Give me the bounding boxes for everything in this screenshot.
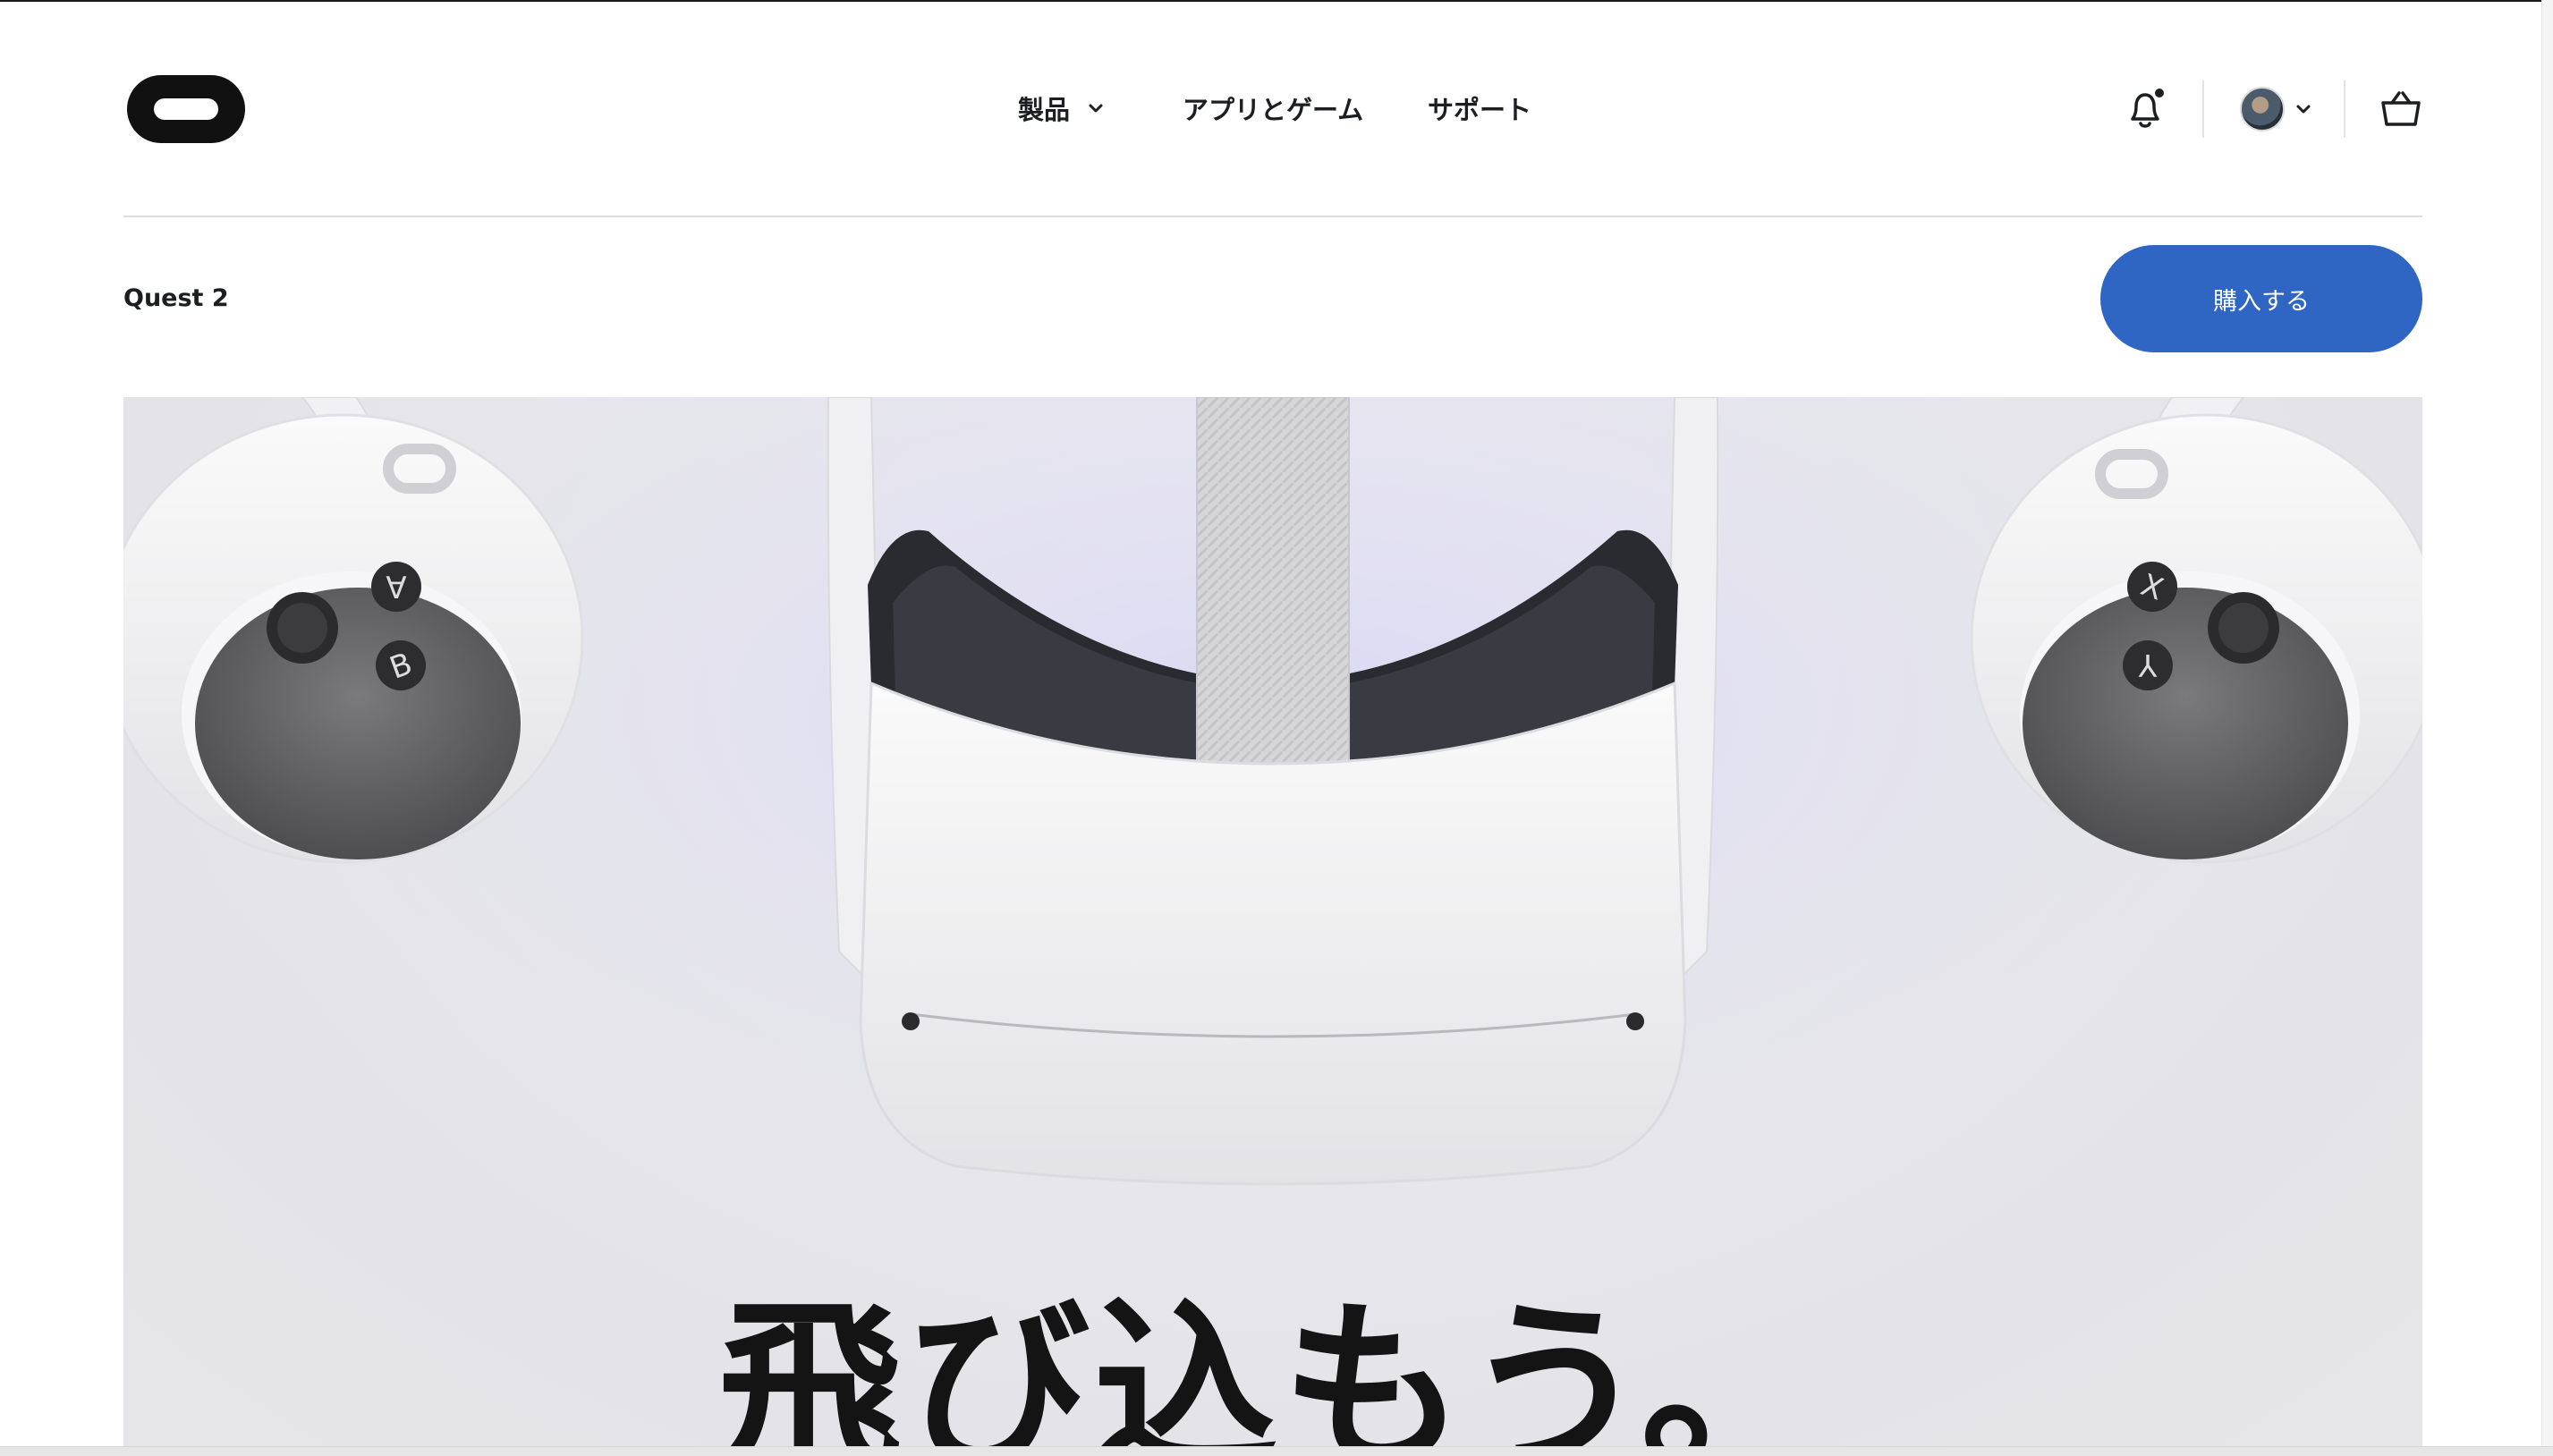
avatar	[2240, 87, 2285, 131]
chevron-down-icon	[1089, 104, 1103, 113]
cart-button[interactable]	[2376, 86, 2426, 132]
vertical-scrollbar[interactable]	[2541, 0, 2553, 1456]
notifications-button[interactable]	[2122, 86, 2168, 132]
buy-button[interactable]: 購入する	[2100, 245, 2422, 352]
svg-text:A: A	[386, 568, 406, 604]
product-title: Quest 2	[123, 284, 229, 312]
nav-support-label: サポート	[1428, 95, 1532, 125]
nav-products-label: 製品	[1018, 95, 1071, 125]
horizontal-scrollbar[interactable]	[0, 1446, 2553, 1456]
header-divider	[2202, 80, 2204, 138]
window-top-border	[0, 0, 2553, 2]
nav-support[interactable]: サポート	[1428, 88, 1531, 129]
cart-icon	[2381, 91, 2421, 126]
account-menu[interactable]	[2236, 84, 2317, 134]
oculus-logo[interactable]	[123, 72, 249, 147]
header-divider-line	[123, 216, 2422, 217]
nav-products[interactable]: 製品	[1018, 88, 1106, 129]
hero-banner: A B X Y 飛び込もう。	[123, 397, 2422, 1456]
header-divider	[2344, 80, 2345, 138]
svg-text:Y: Y	[2138, 647, 2158, 682]
bell-icon	[2131, 89, 2164, 128]
nav-apps-games[interactable]: アプリとゲーム	[1183, 88, 1363, 129]
chevron-down-icon	[2296, 105, 2311, 114]
nav-apps-games-label: アプリとゲーム	[1183, 95, 1364, 125]
hero-headline: 飛び込もう。	[717, 1282, 1828, 1456]
